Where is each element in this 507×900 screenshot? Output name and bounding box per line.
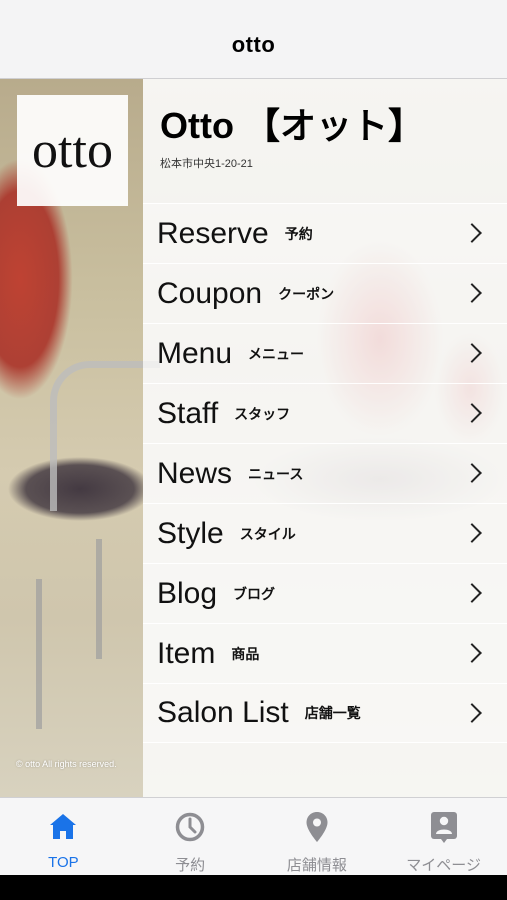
chevron-right-icon xyxy=(462,264,497,324)
shop-address: 松本市中央1-20-21 xyxy=(160,158,253,170)
clock-icon xyxy=(175,812,205,842)
tab-label: 店舗情報 xyxy=(286,857,347,874)
tab-shop-info[interactable]: 店舗情報 xyxy=(254,798,381,875)
contact-card-icon xyxy=(430,812,457,843)
menu-item-sublabel: 予約 xyxy=(284,225,313,242)
menu-list: Reserve 予約 Coupon クーポン Menu メニュー Staff ス… xyxy=(143,203,507,743)
menu-item-sublabel: 商品 xyxy=(231,645,260,662)
tab-top[interactable]: TOP xyxy=(0,798,127,875)
menu-item-label: Blog xyxy=(157,576,218,610)
chevron-right-icon xyxy=(462,684,497,744)
tab-label: 予約 xyxy=(175,857,206,874)
tab-bar: TOP 予約 店舗情報 マイページ xyxy=(0,797,507,875)
menu-item-coupon[interactable]: Coupon クーポン xyxy=(143,263,507,323)
main-content: otto © otto All rights reserved. Otto 【オ… xyxy=(0,79,507,797)
menu-item-menu[interactable]: Menu メニュー xyxy=(143,323,507,383)
menu-item-sublabel: クーポン xyxy=(278,285,335,302)
chevron-right-icon xyxy=(462,624,497,684)
menu-item-sublabel: 店舗一覧 xyxy=(304,705,361,721)
menu-item-sublabel: メニュー xyxy=(248,345,305,362)
salon-photo: otto © otto All rights reserved. xyxy=(0,79,160,797)
menu-panel: Otto 【オット】 松本市中央1-20-21 Reserve 予約 Coupo… xyxy=(143,79,507,797)
menu-item-salon-list[interactable]: Salon List 店舗一覧 xyxy=(143,683,507,743)
copyright-text: © otto All rights reserved. xyxy=(16,759,117,769)
shop-name: Otto 【オット】 xyxy=(160,105,424,146)
menu-item-label: Reserve xyxy=(157,216,269,250)
brand-logo: otto xyxy=(17,95,128,206)
menu-item-label: Menu xyxy=(157,336,233,370)
menu-item-news[interactable]: News ニュース xyxy=(143,443,507,503)
menu-item-staff[interactable]: Staff スタッフ xyxy=(143,383,507,443)
tab-my-page[interactable]: マイページ xyxy=(380,798,507,875)
home-indicator-area xyxy=(0,875,507,900)
menu-item-label: Salon List xyxy=(157,696,289,729)
menu-item-item[interactable]: Item 商品 xyxy=(143,623,507,683)
menu-item-sublabel: ブログ xyxy=(233,585,276,602)
menu-item-sublabel: スタイル xyxy=(239,525,296,542)
tab-label: TOP xyxy=(48,854,79,871)
menu-item-label: Staff xyxy=(157,396,219,430)
menu-item-reserve[interactable]: Reserve 予約 xyxy=(143,203,507,263)
menu-item-style[interactable]: Style スタイル xyxy=(143,503,507,563)
chevron-right-icon xyxy=(462,324,497,384)
menu-item-blog[interactable]: Blog ブログ xyxy=(143,563,507,623)
menu-item-label: Style xyxy=(157,516,224,550)
menu-item-sublabel: ニュース xyxy=(248,465,304,482)
tab-label: マイページ xyxy=(406,857,481,874)
map-pin-icon xyxy=(306,812,328,842)
navigation-bar: otto xyxy=(0,0,507,79)
chair-leg-decoration xyxy=(36,579,42,729)
menu-item-label: Coupon xyxy=(157,276,263,310)
menu-item-sublabel: スタッフ xyxy=(234,405,291,422)
menu-item-label: Item xyxy=(157,636,216,670)
menu-item-label: News xyxy=(157,456,233,490)
app-title: otto xyxy=(231,32,276,57)
chair-leg-decoration xyxy=(96,539,102,659)
chevron-right-icon xyxy=(462,384,497,444)
chevron-right-icon xyxy=(462,504,497,564)
tab-reserve[interactable]: 予約 xyxy=(127,798,254,875)
home-icon xyxy=(50,814,77,839)
chevron-right-icon xyxy=(462,444,497,504)
chevron-right-icon xyxy=(462,564,497,624)
chevron-right-icon xyxy=(462,204,497,264)
